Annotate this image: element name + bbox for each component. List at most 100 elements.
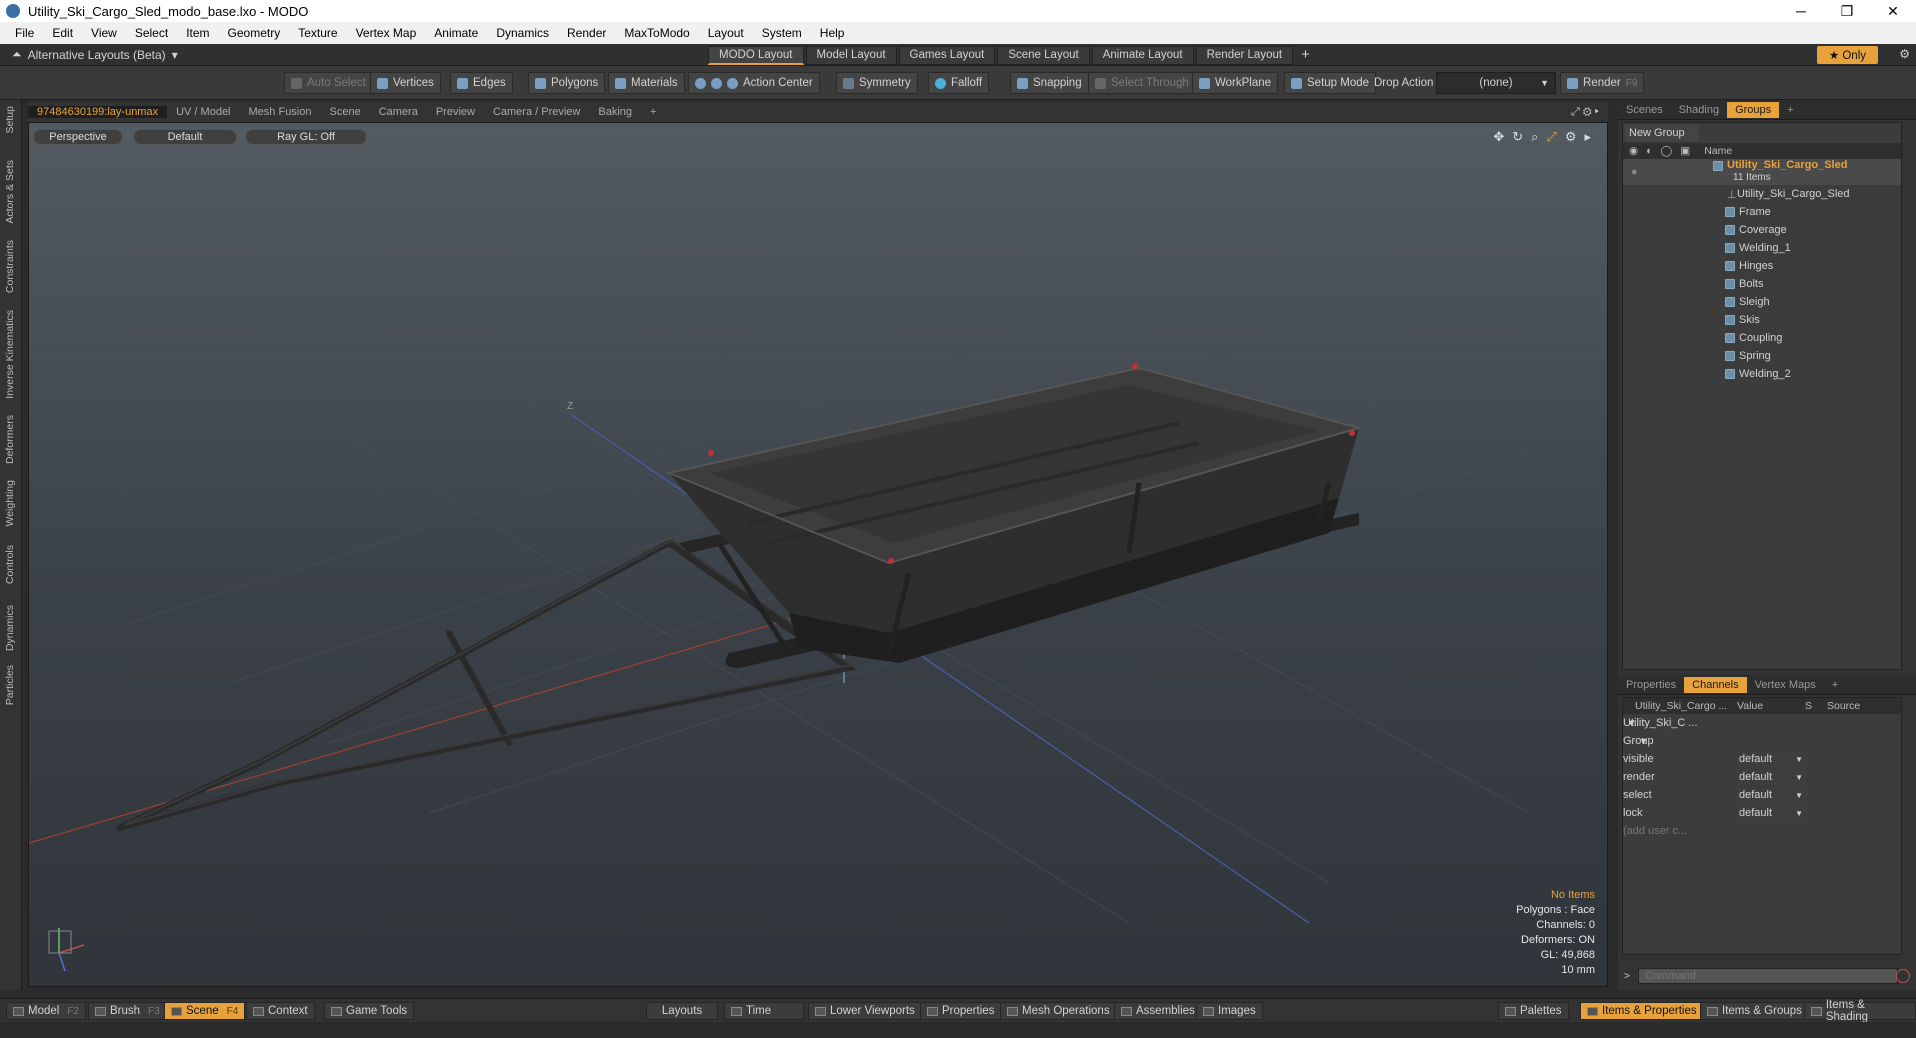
menu-file[interactable]: File — [6, 26, 43, 40]
channel-value-dropdown[interactable]: default ▼ — [1737, 769, 1807, 785]
images-button[interactable]: Images — [1196, 1002, 1263, 1020]
strip-tab-setup[interactable]: Setup — [4, 106, 16, 133]
group-root-row[interactable]: ● Utility_Ski_Cargo_Sled 11 Items — [1623, 159, 1901, 185]
list-item[interactable]: Coverage — [1623, 221, 1901, 239]
tab-vertex-maps[interactable]: Vertex Maps — [1747, 679, 1824, 691]
channel-value-dropdown[interactable]: default ▼ — [1737, 751, 1807, 767]
list-item[interactable]: ⊥ Utility_Ski_Cargo_Sled — [1623, 185, 1901, 203]
close-button[interactable]: ✕ — [1870, 3, 1916, 20]
command-input[interactable] — [1638, 968, 1898, 984]
menu-select[interactable]: Select — [126, 26, 177, 40]
channel-group-row[interactable]: ▼ Group — [1623, 732, 1901, 750]
tab-animate-layout[interactable]: Animate Layout — [1091, 46, 1194, 65]
menu-help[interactable]: Help — [811, 26, 854, 40]
items-groups-button[interactable]: Items & Groups — [1700, 1002, 1809, 1020]
menu-animate[interactable]: Animate — [425, 26, 487, 40]
expand-icon[interactable]: ▼ — [1639, 736, 1648, 746]
lower-viewports-button[interactable]: Lower Viewports — [808, 1002, 922, 1020]
tab-camera[interactable]: Camera — [370, 106, 427, 118]
tab-channels[interactable]: Channels — [1684, 676, 1747, 693]
strip-tab-inverse-kinematics[interactable]: Inverse Kinematics — [4, 310, 16, 399]
new-group-button[interactable]: New Group — [1625, 125, 1699, 141]
add-panel-tab-button[interactable]: + — [1779, 104, 1801, 116]
restore-button[interactable]: ❐ — [1824, 3, 1870, 20]
items-shading-button[interactable]: Items & Shading — [1804, 999, 1916, 1023]
channel-row[interactable]: render default ▼ — [1623, 768, 1901, 786]
strip-tab-controls[interactable]: Controls — [4, 545, 16, 584]
list-item[interactable]: Welding_1 — [1623, 239, 1901, 257]
menu-render[interactable]: Render — [558, 26, 615, 40]
channel-row[interactable]: lock default ▼ — [1623, 804, 1901, 822]
collapse-icon[interactable]: ⏶ — [12, 47, 22, 62]
scene-button[interactable]: Scene F4 — [164, 1002, 246, 1020]
context-button[interactable]: Context — [246, 1002, 315, 1020]
list-item[interactable]: Frame — [1623, 203, 1901, 221]
3d-viewport[interactable]: Perspective Default Ray GL: Off ✥ ↻ ⌕ ⤢ … — [28, 122, 1608, 987]
setup-mode-button[interactable]: Setup Mode — [1284, 72, 1377, 94]
tab-games-layout[interactable]: Games Layout — [898, 46, 996, 65]
list-item[interactable]: Hinges — [1623, 257, 1901, 275]
gear-icon[interactable]: ⚙ — [1899, 47, 1910, 61]
assemblies-button[interactable]: Assemblies — [1114, 1002, 1202, 1020]
time-button[interactable]: Time — [724, 1002, 804, 1020]
tab-mesh-fusion[interactable]: Mesh Fusion — [240, 106, 321, 118]
model-button[interactable]: Model F2 — [6, 1002, 86, 1020]
action-center-button[interactable]: Action Center — [688, 72, 820, 94]
minimize-button[interactable]: ─ — [1778, 3, 1824, 20]
tab-modo-layout[interactable]: MODO Layout — [708, 46, 804, 65]
list-item[interactable]: Spring — [1623, 347, 1901, 365]
edges-button[interactable]: Edges — [450, 72, 513, 94]
channel-item-row[interactable]: ▼ Utility_Ski_C ... — [1623, 714, 1901, 732]
list-item[interactable]: Sleigh — [1623, 293, 1901, 311]
materials-button[interactable]: Materials — [608, 72, 685, 94]
list-item[interactable]: Skis — [1623, 311, 1901, 329]
snapping-button[interactable]: Snapping — [1010, 72, 1089, 94]
tab-groups[interactable]: Groups — [1727, 101, 1780, 118]
symmetry-button[interactable]: Symmetry — [836, 72, 918, 94]
add-layout-button[interactable]: + — [1295, 46, 1316, 65]
channel-value-dropdown[interactable]: default ▼ — [1737, 805, 1807, 821]
items-properties-button[interactable]: Items & Properties — [1580, 1002, 1704, 1020]
maximize-icon[interactable]: ⤢ ⚙ ▸ — [1562, 106, 1608, 119]
tab-preview[interactable]: Preview — [427, 106, 484, 118]
list-item[interactable]: Bolts — [1623, 275, 1901, 293]
channel-row[interactable]: visible default ▼ — [1623, 750, 1901, 768]
strip-tab-deformers[interactable]: Deformers — [4, 415, 16, 464]
add-tab-button[interactable]: + — [641, 106, 665, 118]
tab-scenes[interactable]: Scenes — [1618, 104, 1671, 116]
tab-render-layout[interactable]: Render Layout — [1195, 46, 1294, 65]
tab-properties[interactable]: Properties — [1618, 679, 1684, 691]
menu-layout[interactable]: Layout — [699, 26, 753, 40]
menu-dynamics[interactable]: Dynamics — [487, 26, 558, 40]
drop-action-dropdown[interactable]: (none) ▼ — [1436, 72, 1556, 94]
add-user-channel-row[interactable]: (add user c... — [1623, 822, 1901, 840]
polygons-button[interactable]: Polygons — [528, 72, 606, 94]
add-properties-tab-button[interactable]: + — [1824, 679, 1846, 691]
strip-tab-weighting[interactable]: Weighting — [4, 480, 16, 527]
menu-maxtomodo[interactable]: MaxToModo — [615, 26, 698, 40]
workplane-button[interactable]: WorkPlane — [1192, 72, 1279, 94]
vertices-button[interactable]: Vertices — [370, 72, 441, 94]
menu-system[interactable]: System — [753, 26, 811, 40]
render-button[interactable]: Render F9 — [1560, 72, 1645, 94]
tab-camera-preview[interactable]: Camera / Preview — [484, 106, 589, 118]
tab-scene[interactable]: Scene — [321, 106, 370, 118]
expand-icon[interactable]: ▼ — [1627, 718, 1636, 728]
strip-tab-constraints[interactable]: Constraints — [4, 240, 16, 293]
only-button[interactable]: ★ Only — [1816, 46, 1878, 64]
channel-value-dropdown[interactable]: default ▼ — [1737, 787, 1807, 803]
tab-shading[interactable]: Shading — [1671, 104, 1727, 116]
game-tools-button[interactable]: Game Tools — [324, 1002, 415, 1020]
visibility-toggle[interactable]: ● — [1631, 166, 1638, 178]
strip-tab-actors-sets[interactable]: Actors & Sets — [4, 160, 16, 224]
channel-row[interactable]: select default ▼ — [1623, 786, 1901, 804]
menu-item[interactable]: Item — [177, 26, 218, 40]
falloff-button[interactable]: Falloff — [928, 72, 990, 94]
tab-lay-unmax[interactable]: 97484630199:lay-unmax — [28, 106, 168, 118]
properties-button[interactable]: Properties — [920, 1002, 1002, 1020]
menu-vertex-map[interactable]: Vertex Map — [347, 26, 426, 40]
strip-tab-particles[interactable]: Particles — [4, 665, 16, 705]
tab-uv-model[interactable]: UV / Model — [167, 106, 239, 118]
menu-geometry[interactable]: Geometry — [219, 26, 290, 40]
alternative-layouts-dropdown[interactable]: ⏶ Alternative Layouts (Beta) ▾ — [12, 47, 178, 62]
